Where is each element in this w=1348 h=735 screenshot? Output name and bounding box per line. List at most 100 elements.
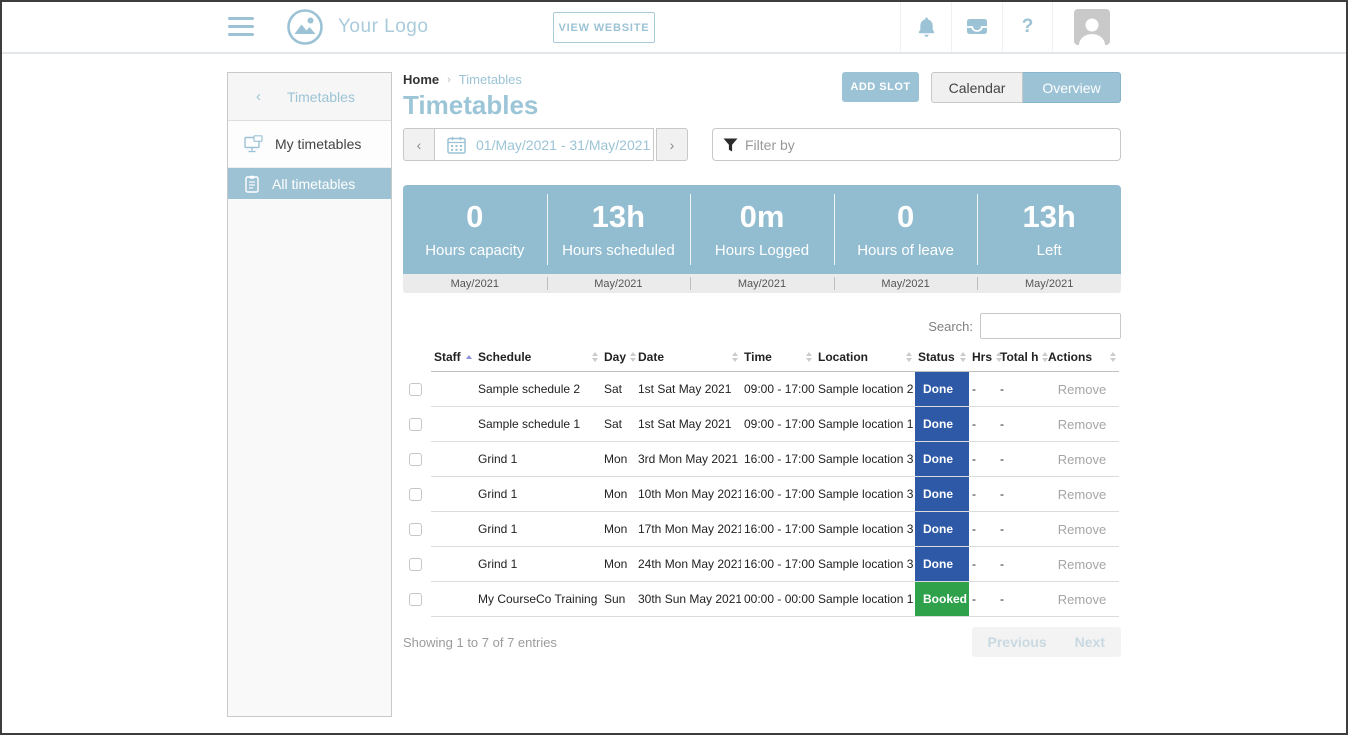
- stat-period: May/2021: [547, 274, 691, 293]
- logo-image-icon: [286, 8, 324, 46]
- calendar-view-button[interactable]: Calendar: [931, 72, 1023, 103]
- cell-location: Sample location 1: [815, 582, 915, 617]
- cell-staff: [431, 407, 475, 442]
- cell-schedule: Sample schedule 2: [475, 372, 601, 407]
- inbox-button[interactable]: [951, 2, 1002, 52]
- cell-schedule: My CourseCo Training: [475, 582, 601, 617]
- stat-period: May/2021: [403, 274, 547, 293]
- row-checkbox[interactable]: [409, 453, 422, 466]
- remove-link[interactable]: Remove: [1048, 382, 1116, 397]
- logo[interactable]: Your Logo: [286, 8, 428, 46]
- stat-label: Hours scheduled: [562, 242, 675, 259]
- user-avatar[interactable]: [1074, 9, 1110, 45]
- header-day[interactable]: Day: [601, 344, 635, 372]
- search-input[interactable]: [980, 313, 1121, 339]
- cell-date: 1st Sat May 2021: [635, 372, 741, 407]
- cell-location: Sample location 2: [815, 372, 915, 407]
- header-schedule[interactable]: Schedule: [475, 344, 601, 372]
- sidebar: ‹ Timetables My timetables: [227, 72, 392, 717]
- header-date[interactable]: Date: [635, 344, 741, 372]
- cell-time: 16:00 - 17:00: [741, 477, 815, 512]
- sort-asc-icon: [466, 355, 472, 359]
- breadcrumb-separator: ›: [447, 74, 451, 86]
- prev-period-button[interactable]: ‹: [403, 128, 435, 161]
- sort-icon: [592, 352, 598, 362]
- filter-funnel-icon: [723, 138, 738, 152]
- sidebar-back-chevron-icon[interactable]: ‹: [256, 88, 261, 105]
- entries-summary: Showing 1 to 7 of 7 entries: [403, 635, 557, 650]
- status-badge: Done: [915, 512, 969, 546]
- cell-location: Sample location 3: [815, 512, 915, 547]
- add-slot-button[interactable]: ADD SLOT: [842, 72, 919, 102]
- cell-hrs: -: [969, 372, 997, 407]
- sidebar-item-all-timetables[interactable]: All timetables: [228, 168, 391, 199]
- status-badge: Done: [915, 442, 969, 476]
- row-checkbox[interactable]: [409, 593, 422, 606]
- row-checkbox[interactable]: [409, 488, 422, 501]
- header-location[interactable]: Location: [815, 344, 915, 372]
- notifications-button[interactable]: [900, 2, 951, 52]
- monitor-icon: [244, 135, 263, 153]
- remove-link[interactable]: Remove: [1048, 452, 1116, 467]
- status-badge: Done: [915, 407, 969, 441]
- table-row: Sample schedule 2 Sat 1st Sat May 2021 0…: [403, 372, 1119, 407]
- header-select: [403, 344, 431, 372]
- sidebar-item-my-timetables[interactable]: My timetables: [228, 121, 391, 168]
- help-button[interactable]: ?: [1002, 2, 1053, 52]
- stat-value: 0: [897, 201, 914, 232]
- cell-staff: [431, 512, 475, 547]
- status-badge: Done: [915, 477, 969, 511]
- overview-view-button[interactable]: Overview: [1023, 72, 1121, 103]
- breadcrumb-home-link[interactable]: Home: [403, 72, 439, 87]
- hamburger-menu-icon[interactable]: [228, 17, 254, 36]
- remove-link[interactable]: Remove: [1048, 592, 1116, 607]
- table-row: Grind 1 Mon 24th Mon May 2021 16:00 - 17…: [403, 547, 1119, 582]
- bell-icon: [916, 16, 937, 38]
- next-period-button[interactable]: ›: [656, 128, 688, 161]
- table-row: Grind 1 Mon 10th Mon May 2021 16:00 - 17…: [403, 477, 1119, 512]
- row-checkbox[interactable]: [409, 558, 422, 571]
- stat-value: 0: [466, 201, 483, 232]
- next-page-button[interactable]: Next: [1075, 634, 1105, 650]
- date-range-field[interactable]: 01/May/2021 - 31/May/2021: [435, 128, 654, 161]
- stat-value: 13h: [1022, 201, 1075, 232]
- header-staff[interactable]: Staff: [431, 344, 475, 372]
- cell-time: 16:00 - 17:00: [741, 512, 815, 547]
- cell-day: Sat: [601, 407, 635, 442]
- header-status[interactable]: Status: [915, 344, 969, 372]
- person-icon: [1076, 15, 1108, 45]
- previous-page-button[interactable]: Previous: [988, 634, 1047, 650]
- sort-icon: [806, 352, 812, 362]
- view-website-button[interactable]: VIEW WEBSITE: [553, 12, 655, 43]
- cell-hrs: -: [969, 512, 997, 547]
- search-label: Search:: [928, 319, 973, 334]
- header-actions[interactable]: Actions: [1045, 344, 1119, 372]
- remove-link[interactable]: Remove: [1048, 522, 1116, 537]
- cell-hrs: -: [969, 442, 997, 477]
- table-row: Grind 1 Mon 17th Mon May 2021 16:00 - 17…: [403, 512, 1119, 547]
- stat-left: 13h Left: [977, 185, 1121, 274]
- cell-schedule: Grind 1: [475, 477, 601, 512]
- header-total-h[interactable]: Total h: [997, 344, 1045, 372]
- header-hrs[interactable]: Hrs: [969, 344, 997, 372]
- stat-period: May/2021: [834, 274, 978, 293]
- cell-day: Mon: [601, 442, 635, 477]
- sort-icon: [960, 352, 966, 362]
- cell-total-h: -: [997, 442, 1045, 477]
- row-checkbox[interactable]: [409, 383, 422, 396]
- row-checkbox[interactable]: [409, 523, 422, 536]
- stat-hours-capacity: 0 Hours capacity: [403, 185, 547, 274]
- stat-hours-scheduled: 13h Hours scheduled: [547, 185, 691, 274]
- sidebar-header: ‹ Timetables: [228, 73, 391, 121]
- cell-hrs: -: [969, 407, 997, 442]
- calendar-icon: [447, 136, 466, 154]
- row-checkbox[interactable]: [409, 418, 422, 431]
- filter-input[interactable]: [712, 128, 1121, 161]
- cell-total-h: -: [997, 477, 1045, 512]
- header-time[interactable]: Time: [741, 344, 815, 372]
- remove-link[interactable]: Remove: [1048, 557, 1116, 572]
- remove-link[interactable]: Remove: [1048, 487, 1116, 502]
- remove-link[interactable]: Remove: [1048, 417, 1116, 432]
- cell-day: Mon: [601, 512, 635, 547]
- breadcrumb-current-link[interactable]: Timetables: [459, 72, 522, 87]
